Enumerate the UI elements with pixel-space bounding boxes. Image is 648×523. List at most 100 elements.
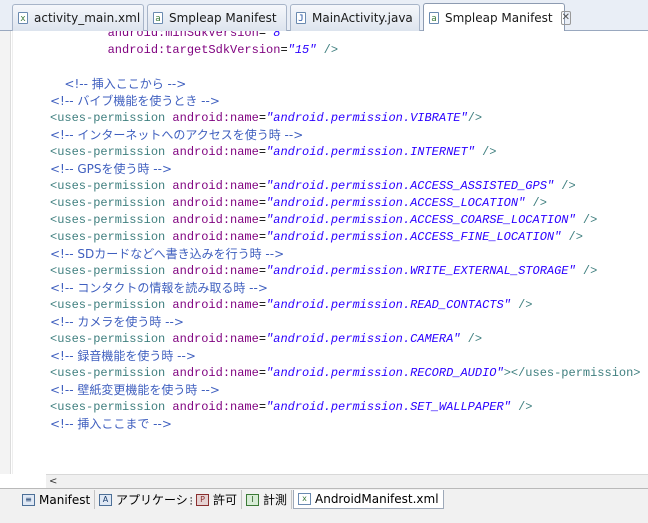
code-token-val: "android.permission.READ_CONTACTS" [266,298,511,312]
editor-ruler [12,31,13,474]
tab-smpleap-manifest-1[interactable]: a Smpleap Manifest [147,4,287,31]
code-token-eq: = [258,145,267,159]
code-token-tag: <uses-permission [50,332,173,346]
code-line: <uses-permission android:name="android.p… [50,212,597,229]
tab-label: activity_main.xml [34,11,141,25]
tab-mainactivity-java[interactable]: J MainActivity.java [290,4,420,31]
code-token-cmt: <!-- SDカードなどへ書き込みを行う時 --> [50,247,285,261]
page-tab-instrumentation[interactable]: I 計測 [242,490,293,509]
code-token-attr: android:minSdkVersion [107,31,259,40]
application-page-icon: A [99,493,112,506]
horizontal-scrollbar[interactable]: < [46,474,648,488]
code-line: android:targetSdkVersion="15" /> [50,42,338,59]
code-token-tag: <uses-permission [50,400,173,414]
code-token-val: "android.permission.SET_WALLPAPER" [266,400,511,414]
android-manifest-icon: a [153,12,163,24]
android-manifest-icon: a [429,12,439,24]
code-token-eq: = [258,400,267,414]
code-token-cmt: <!-- 壁紙変更機能を使う時 --> [50,383,220,397]
code-token-tag: <uses-permission [50,366,173,380]
code-line: <!-- 壁紙変更機能を使う時 --> [50,382,220,399]
code-token-val: "android.permission.ACCESS_ASSISTED_GPS" [266,179,555,193]
code-token-tag: /> [460,332,483,346]
tab-smpleap-manifest-active[interactable]: a Smpleap Manifest ✕ [423,3,572,32]
code-line: <uses-permission android:name="android.p… [50,110,482,127]
code-token-val: "android.permission.WRITE_EXTERNAL_STORA… [266,264,576,278]
code-token-tag: <uses-permission [50,111,173,125]
code-token-eq: = [258,213,267,227]
code-token-tag: /> [316,43,339,57]
code-token-tag: /> [510,400,533,414]
code-token-tag: <uses-permission [50,213,173,227]
code-token-tag: <uses-permission [50,196,173,210]
xml-file-icon: x [18,12,28,24]
code-token-attr: android:name [172,179,259,193]
code-line: <!-- インターネットへのアクセスを使う時 --> [50,127,303,144]
code-token-tag: <uses-permission [50,179,173,193]
code-token-tag: ></uses-permission> [503,366,641,380]
code-line: <!-- コンタクトの情報を読み取る時 --> [50,280,268,297]
page-tab-label: AndroidManifest.xml [315,492,439,506]
close-tab-icon[interactable]: ✕ [560,11,572,25]
xml-source-page-icon: x [298,493,311,505]
page-tab-label: 許可 [213,493,238,507]
code-token-tag: /> [575,213,598,227]
page-tab-androidmanifest-xml[interactable]: x AndroidManifest.xml [293,490,444,509]
code-token-cmt: <!-- 挿入ここまで --> [50,417,172,431]
code-token-val: "android.permission.VIBRATE" [266,111,468,125]
code-token-cmt: <!-- 録音機能を使う時 --> [50,349,196,363]
code-token-eq: = [258,111,267,125]
code-token-attr: android:name [172,332,259,346]
xml-source-editor[interactable]: android:minSdkVersion="8" android:target… [0,31,648,474]
page-tab-permissions[interactable]: P 許可 [192,490,243,509]
code-token-attr: android:name [172,196,259,210]
code-token-tag: <uses-permission [50,145,173,159]
code-token-cmt: <!-- カメラを使う時 --> [50,315,184,329]
code-token-attr: android:name [172,400,259,414]
code-line: <!-- 挿入ここから --> [50,76,186,93]
page-tab-label: 計測 [263,493,288,507]
code-token-eq: = [258,31,267,40]
code-token-cmt: <!-- 挿入ここから --> [64,77,187,91]
code-token-cmt: <!-- コンタクトの情報を読み取る時 --> [50,281,268,295]
code-token-eq: = [258,264,267,278]
code-token-eq: = [258,179,267,193]
code-line: <!-- バイブ機能を使うとき --> [50,93,220,110]
manifest-page-tab-bar: ≡ Manifest A アプリケーション P 許可 I 計測 x Androi… [0,488,648,523]
code-line: <uses-permission android:name="android.p… [50,263,597,280]
tab-label: Smpleap Manifest [445,11,553,25]
code-line: <!-- SDカードなどへ書き込みを行う時 --> [50,246,284,263]
code-token-attr: android:name [172,264,259,278]
code-token-tag: <uses-permission [50,264,173,278]
code-token-val: "android.permission.INTERNET" [266,145,475,159]
code-line: <uses-permission android:name="android.p… [50,331,482,348]
tab-activity-main-xml[interactable]: x activity_main.xml ✖ [12,4,158,31]
code-line: <uses-permission android:name="android.p… [50,178,576,195]
page-tab-label: Manifest [39,492,91,507]
code-line: <uses-permission android:name="android.p… [50,144,497,161]
code-token-val: "android.permission.ACCESS_COARSE_LOCATI… [266,213,576,227]
code-token-attr: android:targetSdkVersion [107,43,281,57]
code-token-attr: android:name [172,298,259,312]
code-line: <uses-permission android:name="android.p… [50,195,547,212]
code-token-val: "15" [287,43,317,57]
scroll-left-arrow-icon[interactable]: < [49,475,57,488]
code-token-eq: = [258,230,267,244]
page-tab-manifest[interactable]: ≡ Manifest [18,490,96,509]
code-token-attr: android:name [172,230,259,244]
code-token-tag: /> [467,111,483,125]
code-token-eq: = [280,43,288,57]
code-line: <!-- 挿入ここまで --> [50,416,172,433]
code-line: <uses-permission android:name="android.p… [50,365,641,382]
code-token-tag: /> [525,196,547,210]
code-token-cmt: <!-- インターネットへのアクセスを使う時 --> [50,128,304,142]
code-line: <uses-permission android:name="android.p… [50,297,533,314]
instrumentation-page-icon: I [246,493,259,506]
code-token-attr: android:name [172,111,259,125]
code-token-val: "android.permission.RECORD_AUDIO" [266,366,504,380]
editor-gutter [0,31,11,474]
code-token-eq: = [258,366,267,380]
code-token-tag: /> [474,145,497,159]
code-line: <uses-permission android:name="android.p… [50,229,583,246]
code-token-tag: <uses-permission [50,230,173,244]
